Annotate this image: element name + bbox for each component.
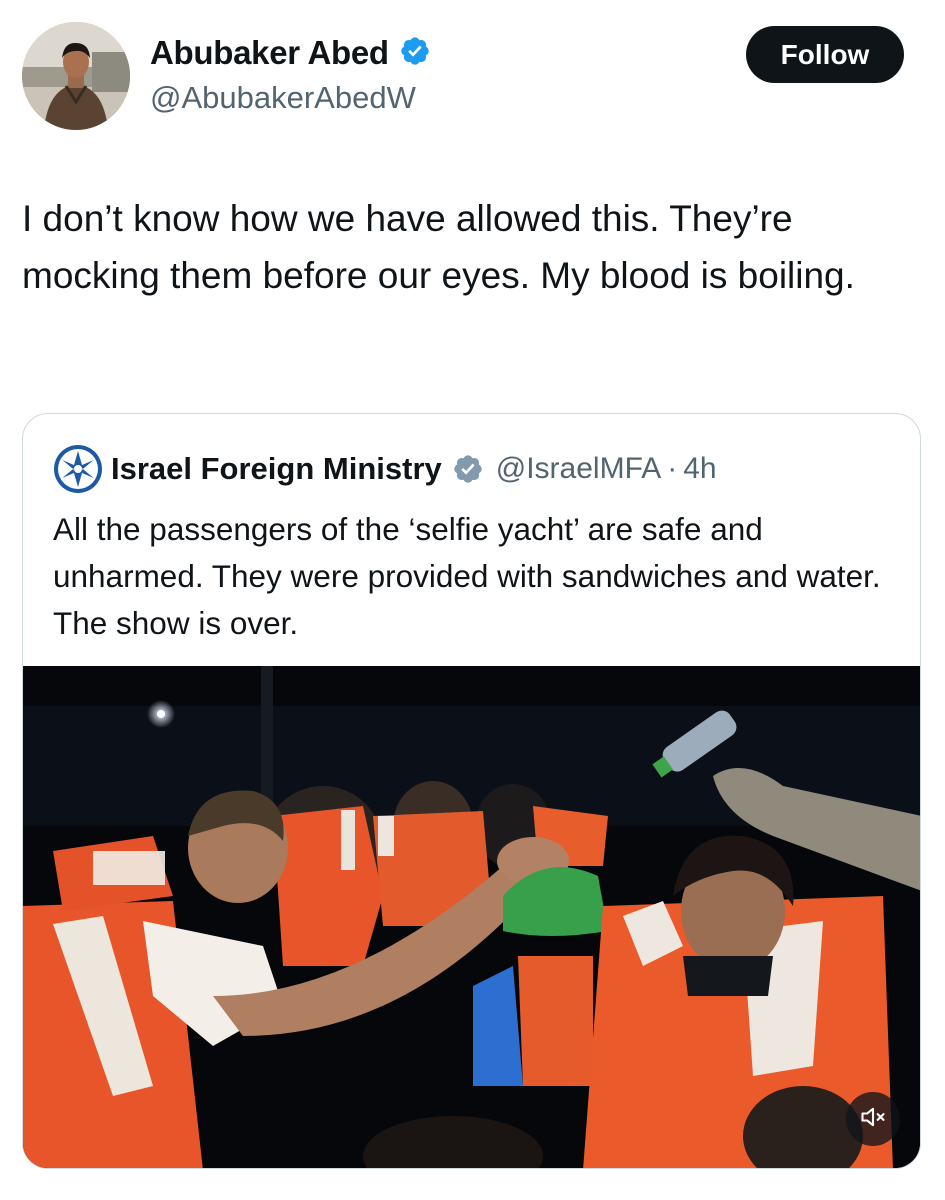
follow-button[interactable]: Follow (746, 26, 904, 83)
quoted-tweet-header: Israel Foreign Ministry @IsraelMFA · 4h (53, 444, 717, 494)
author-avatar[interactable] (22, 22, 130, 130)
quoted-tweet-card[interactable]: Israel Foreign Ministry @IsraelMFA · 4h … (22, 413, 921, 1169)
quoted-tweet-text: All the passengers of the ‘selfie yacht’… (53, 511, 881, 641)
israel-mfa-logo-icon[interactable] (53, 444, 103, 494)
quoted-handle[interactable]: @IsraelMFA (496, 452, 661, 486)
government-badge-icon (452, 453, 484, 485)
author-name-row: Abubaker Abed (150, 34, 431, 72)
mute-toggle-button[interactable] (846, 1092, 900, 1146)
tweet-text: I don’t know how we have allowed this. T… (22, 198, 855, 296)
quoted-display-name[interactable]: Israel Foreign Ministry (111, 451, 442, 487)
author-display-name[interactable]: Abubaker Abed (150, 34, 389, 72)
quoted-video[interactable] (23, 666, 920, 1168)
video-frame (23, 666, 920, 1168)
verified-badge-icon (399, 35, 431, 72)
separator-dot: · (667, 452, 678, 485)
quoted-timestamp[interactable]: 4h (683, 452, 716, 486)
author-handle[interactable]: @AbubakerAbedW (150, 80, 416, 116)
speaker-muted-icon (859, 1103, 887, 1136)
